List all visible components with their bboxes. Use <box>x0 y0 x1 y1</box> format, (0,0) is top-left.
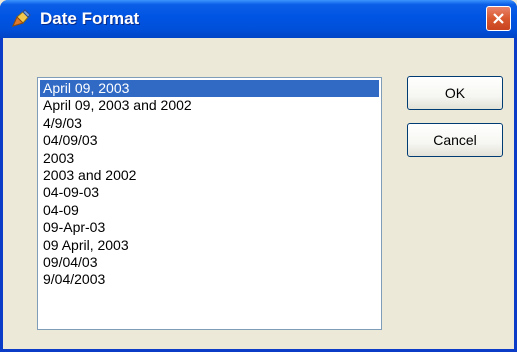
list-item[interactable]: April 09, 2003 <box>40 80 379 98</box>
list-item[interactable]: 04-09 <box>38 202 381 219</box>
cancel-button[interactable]: Cancel <box>407 123 503 157</box>
title-bar[interactable]: Date Format <box>0 0 517 38</box>
list-item[interactable]: 09/04/03 <box>38 254 381 271</box>
list-item[interactable]: 9/04/2003 <box>38 271 381 288</box>
pencil-icon <box>10 8 32 30</box>
list-item[interactable]: 09 April, 2003 <box>38 237 381 254</box>
date-format-dialog: Date Format April 09, 2003 April 09, 200… <box>0 0 517 352</box>
close-button[interactable] <box>486 6 511 31</box>
list-item[interactable]: 04-09-03 <box>38 184 381 201</box>
list-item[interactable]: 2003 and 2002 <box>38 167 381 184</box>
dialog-title: Date Format <box>40 9 140 28</box>
close-icon <box>493 13 504 24</box>
list-item[interactable]: 2003 <box>38 150 381 167</box>
list-item[interactable]: 09-Apr-03 <box>38 219 381 236</box>
list-item[interactable]: 04/09/03 <box>38 132 381 149</box>
list-item[interactable]: 4/9/03 <box>38 115 381 132</box>
ok-button[interactable]: OK <box>407 76 503 110</box>
list-item[interactable]: April 09, 2003 and 2002 <box>38 97 381 114</box>
date-format-list[interactable]: April 09, 2003 April 09, 2003 and 2002 4… <box>37 77 382 330</box>
